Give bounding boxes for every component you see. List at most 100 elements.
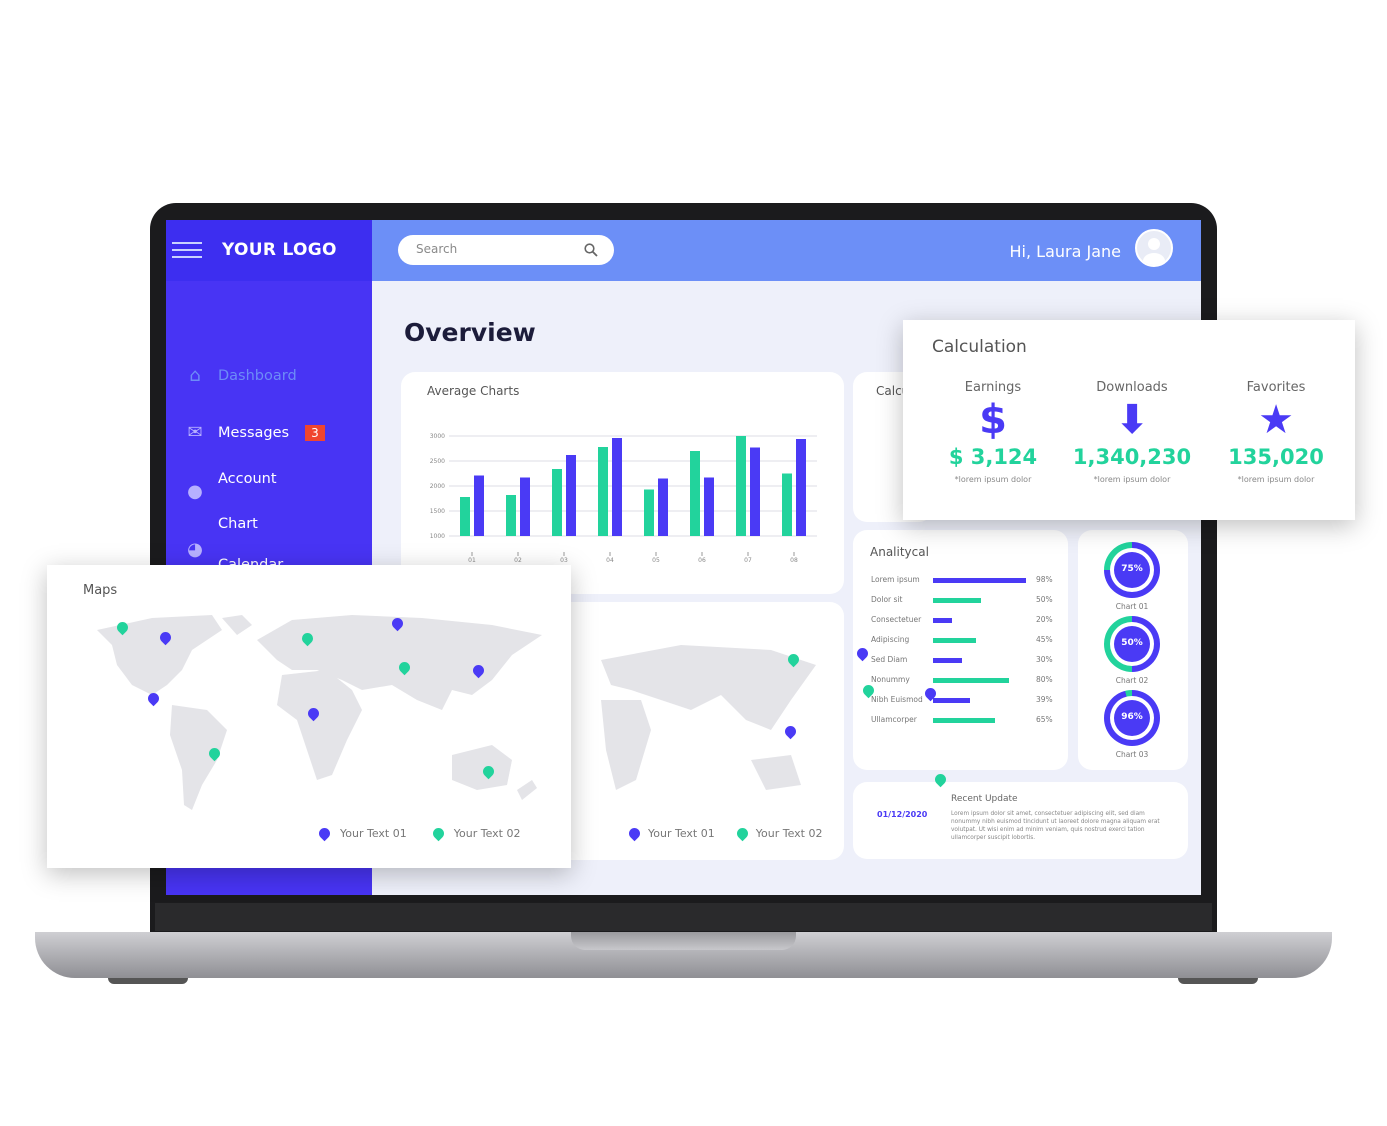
y-tick-label: 2500: [430, 458, 445, 465]
messages-badge: 3: [305, 424, 325, 441]
donut-chart: 75%: [1104, 542, 1160, 598]
map-legend: Your Text 01 Your Text 02: [626, 825, 822, 842]
laptop-chin: [155, 903, 1212, 931]
card-title: Analitycal: [870, 545, 929, 559]
analytical-card: Analitycal Lorem ipsum 98% Dolor sit 50% Con…: [853, 530, 1068, 770]
row-label: Adipiscing: [871, 635, 910, 644]
laptop-notch: [571, 932, 796, 950]
bar: [612, 438, 622, 536]
bar: [598, 447, 608, 536]
donut-value: 50%: [1114, 626, 1150, 662]
x-tick-label: 05: [652, 557, 660, 564]
stat-value: 135,020: [1228, 445, 1324, 469]
bar: [566, 455, 576, 536]
logo: YOUR LOGO: [222, 240, 337, 260]
progress-bar: [933, 638, 976, 643]
bar: [474, 475, 484, 536]
y-tick-label: 1500: [430, 508, 445, 515]
row-percent: 30%: [1036, 655, 1053, 664]
row-label: Dolor sit: [871, 595, 903, 604]
stat-value: $ 3,124: [948, 445, 1038, 469]
x-tick-label: 07: [744, 557, 752, 564]
page-title: Overview: [404, 318, 536, 347]
row-label: Consectetuer: [871, 615, 922, 624]
bar: [782, 473, 792, 536]
bar: [796, 439, 806, 536]
analytical-row: Nibh Euismod 39%: [871, 695, 1061, 707]
row-label: Nonummy: [871, 675, 910, 684]
x-tick-label: 04: [606, 557, 614, 564]
update-title: Recent Update: [951, 794, 1018, 804]
row-label: Nibh Euismod: [871, 695, 923, 704]
progress-bar: [933, 618, 952, 623]
legend-label: Your Text 02: [453, 827, 521, 840]
logo-bar: YOUR LOGO: [166, 220, 372, 281]
search-input[interactable]: [416, 242, 576, 256]
bar-chart: 3000 2500 2000 1500 1000 01 02 03 04 05 06 07 08: [430, 433, 817, 564]
analytical-row: Consectetuer 20%: [871, 615, 1061, 627]
donut-chart: 96%: [1104, 690, 1160, 746]
progress-bar: [933, 698, 971, 703]
donut-value: 96%: [1114, 700, 1150, 736]
legend-pin-icon: [734, 825, 751, 842]
stat-note: *lorem ipsum dolor: [954, 475, 1032, 484]
bar: [552, 469, 562, 536]
y-tick-label: 3000: [430, 433, 445, 440]
x-tick-label: 01: [468, 557, 476, 564]
world-map: [601, 645, 816, 790]
donut-label: Chart 02: [1115, 676, 1149, 685]
y-tick-label: 2000: [430, 483, 445, 490]
legend-label: Your Text 01: [340, 827, 407, 840]
progress-bar: [933, 678, 1009, 683]
bar: [750, 447, 760, 536]
stat-label: Downloads: [1096, 380, 1168, 395]
analytical-row: Nonummy 80%: [871, 675, 1061, 687]
x-tick-label: 08: [790, 557, 798, 564]
sidebar-item-label: Account: [218, 470, 277, 487]
calculation-card: Calculation Earnings $ $ 3,124 *lorem ip…: [903, 320, 1355, 520]
bar: [506, 495, 516, 536]
stat-value: 1,340,230: [1072, 445, 1192, 469]
row-percent: 98%: [1036, 575, 1053, 584]
progress-bar: [933, 718, 995, 723]
x-tick-label: 03: [560, 557, 568, 564]
update-date: 01/12/2020: [877, 810, 928, 819]
bar: [658, 478, 668, 536]
stat-note: *lorem ipsum dolor: [1237, 475, 1315, 484]
analytical-row: Lorem ipsum 98%: [871, 575, 1061, 587]
progress-bar: [933, 598, 981, 603]
update-body: Lorem ipsum dolor sit amet, consectetuer…: [951, 811, 1160, 841]
card-title: Maps: [83, 583, 118, 598]
donut-label: Chart 03: [1115, 750, 1149, 759]
earnings-stat: Earnings $ $ 3,124 *lorem ipsum dolor: [923, 380, 1063, 484]
stat-note: *lorem ipsum dolor: [1093, 475, 1171, 484]
row-percent: 45%: [1036, 635, 1053, 644]
sidebar-item-messages[interactable]: ✉ Messages 3: [184, 422, 325, 443]
laptop-foot: [1178, 978, 1258, 984]
progress-bar: [933, 658, 962, 663]
sidebar-item-label: Dashboard: [218, 367, 297, 384]
donut-label: Chart 01: [1115, 602, 1149, 611]
row-percent: 50%: [1036, 595, 1053, 604]
x-tick-label: 06: [698, 557, 706, 564]
dollar-icon: $: [979, 397, 1007, 443]
search-icon[interactable]: [584, 243, 598, 257]
sidebar-item-account[interactable]: ● Account: [184, 468, 277, 503]
row-percent: 20%: [1036, 615, 1053, 624]
stat-label: Favorites: [1246, 380, 1306, 395]
laptop-foot: [108, 978, 188, 984]
hamburger-menu-icon[interactable]: [172, 242, 202, 258]
card-title: Calculation: [932, 337, 1027, 357]
analytical-row: Dolor sit 50%: [871, 595, 1061, 607]
maps-card: Maps Your Text 01 Your Text 02: [47, 565, 571, 868]
sidebar-item-dashboard[interactable]: ⌂ Dashboard: [184, 365, 297, 386]
analytical-row: Adipiscing 45%: [871, 635, 1061, 647]
bar: [460, 497, 470, 536]
legend-pin-icon: [626, 825, 643, 842]
star-icon: ★: [1258, 397, 1294, 443]
avatar[interactable]: [1135, 229, 1173, 267]
sidebar-item-chart[interactable]: ◕ Chart: [184, 513, 258, 561]
mail-icon: ✉: [187, 422, 203, 443]
legend-label: Your Text 01: [648, 827, 715, 840]
y-tick-label: 1000: [430, 533, 445, 540]
